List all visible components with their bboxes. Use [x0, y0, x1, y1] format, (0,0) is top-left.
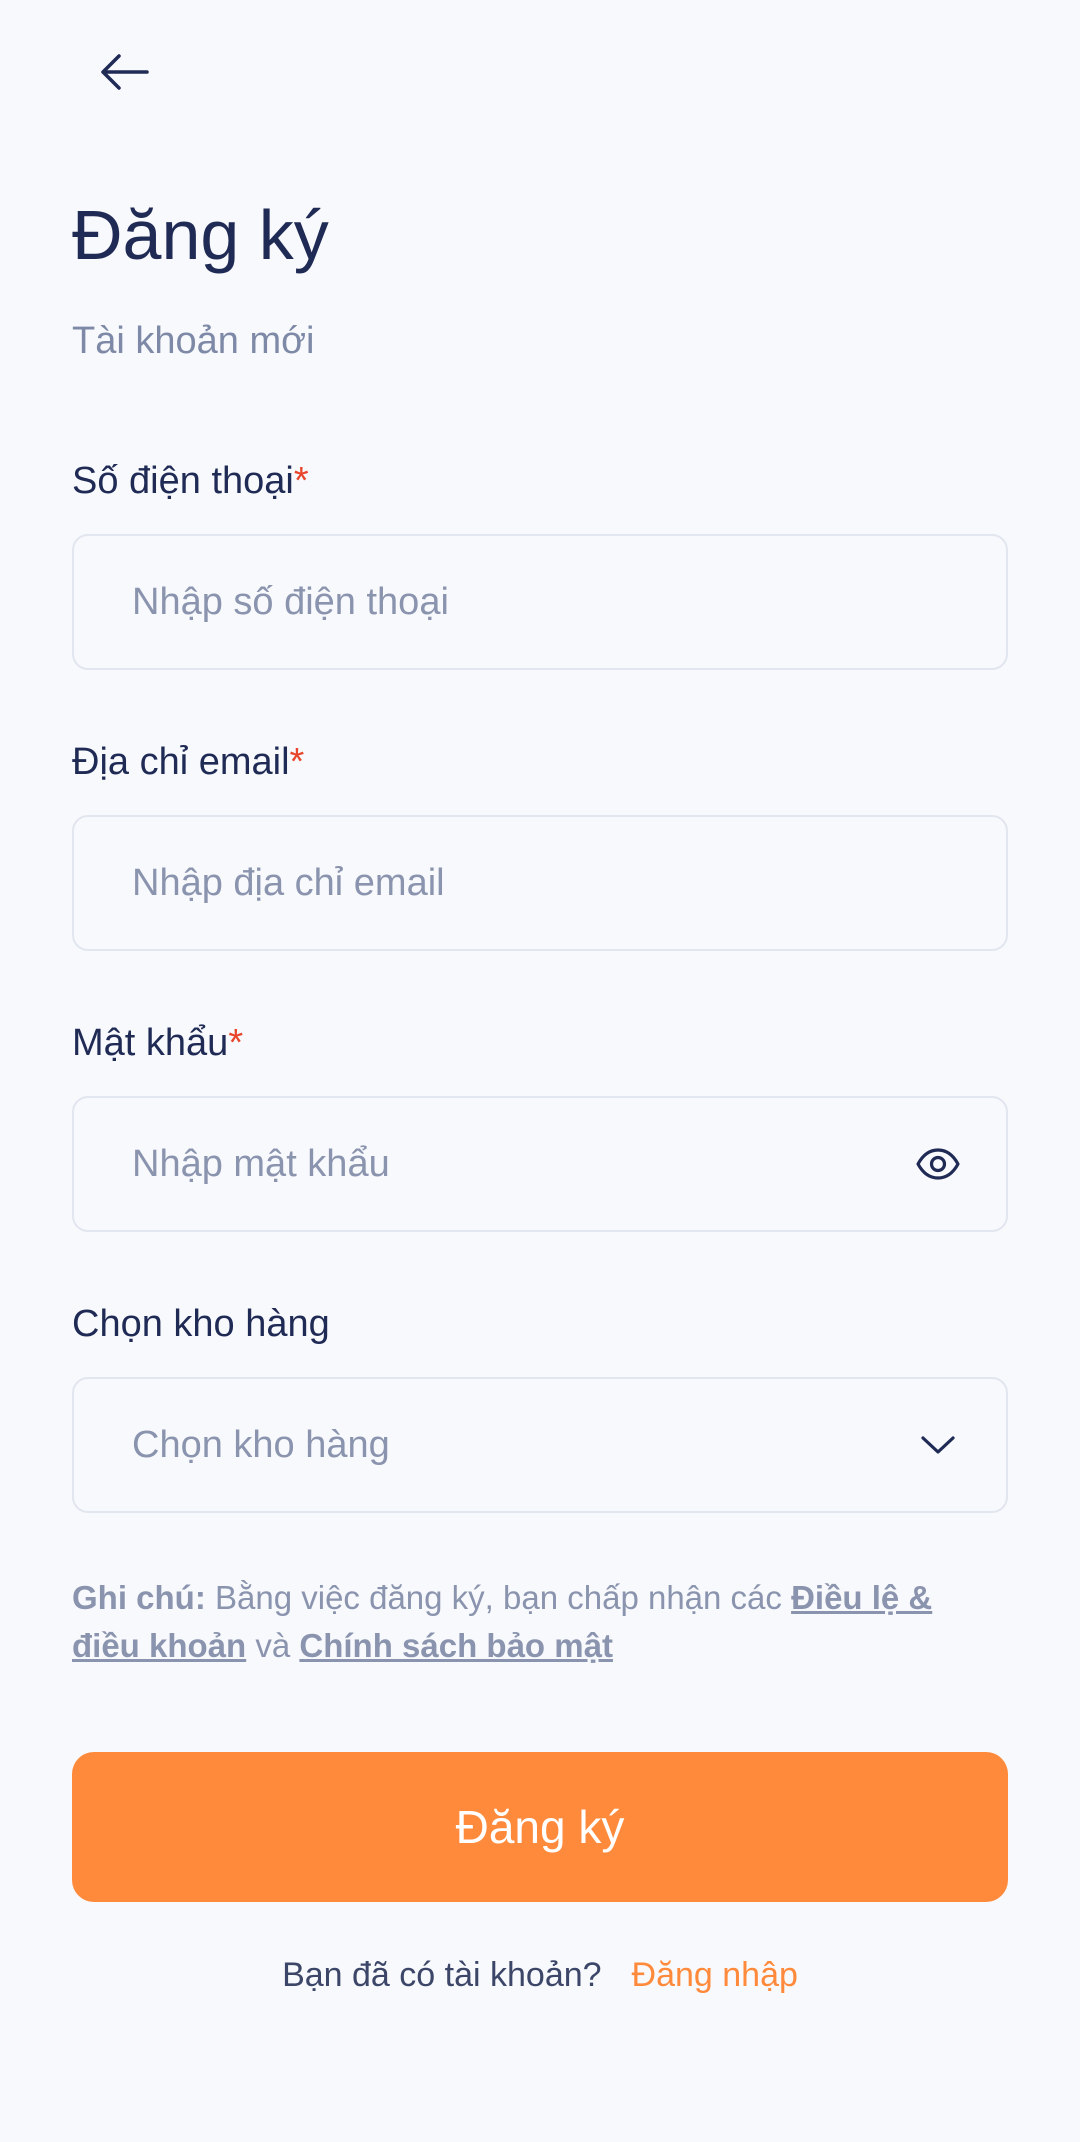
- note-text: Bằng việc đăng ký, bạn chấp nhận các: [205, 1579, 792, 1616]
- email-label: Địa chỉ email*: [72, 743, 304, 781]
- password-field[interactable]: [72, 1096, 1008, 1232]
- password-visibility-toggle[interactable]: [910, 1136, 966, 1192]
- phone-input[interactable]: [132, 580, 966, 624]
- required-mark: *: [228, 1022, 244, 1064]
- page-title: Đăng ký: [72, 196, 329, 274]
- phone-field[interactable]: [72, 534, 1008, 670]
- email-field[interactable]: [72, 815, 1008, 951]
- email-label-text: Địa chỉ email: [72, 741, 290, 783]
- note-prefix: Ghi chú:: [72, 1579, 206, 1616]
- email-input[interactable]: [132, 861, 966, 905]
- phone-label: Số điện thoại*: [72, 462, 309, 500]
- chevron-down-icon: [921, 1436, 955, 1454]
- login-question: Bạn đã có tài khoản?: [282, 1956, 602, 1994]
- register-button[interactable]: Đăng ký: [72, 1752, 1008, 1902]
- warehouse-select-value: Chọn kho hàng: [132, 1423, 390, 1466]
- note-conjunction: và: [246, 1627, 300, 1664]
- password-input[interactable]: [132, 1142, 910, 1186]
- password-label-text: Mật khẩu: [72, 1022, 229, 1064]
- warehouse-label: Chọn kho hàng: [72, 1303, 330, 1345]
- terms-note: Ghi chú: Bằng việc đăng ký, bạn chấp nhậ…: [72, 1574, 1008, 1670]
- privacy-link[interactable]: Chính sách bảo mật: [299, 1627, 613, 1664]
- required-mark: *: [289, 741, 305, 783]
- login-link[interactable]: Đăng nhập: [632, 1956, 798, 1994]
- arrow-left-icon: [101, 54, 149, 90]
- eye-icon: [916, 1148, 960, 1180]
- back-button[interactable]: [88, 36, 160, 108]
- password-label: Mật khẩu*: [72, 1024, 243, 1062]
- warehouse-dropdown-toggle[interactable]: [910, 1417, 966, 1473]
- required-mark: *: [293, 460, 309, 502]
- phone-label-text: Số điện thoại: [72, 460, 294, 502]
- page-subtitle: Tài khoản mới: [72, 320, 315, 362]
- warehouse-select[interactable]: Chọn kho hàng: [72, 1377, 1008, 1513]
- login-prompt: Bạn đã có tài khoản? Đăng nhập: [0, 1956, 1080, 1995]
